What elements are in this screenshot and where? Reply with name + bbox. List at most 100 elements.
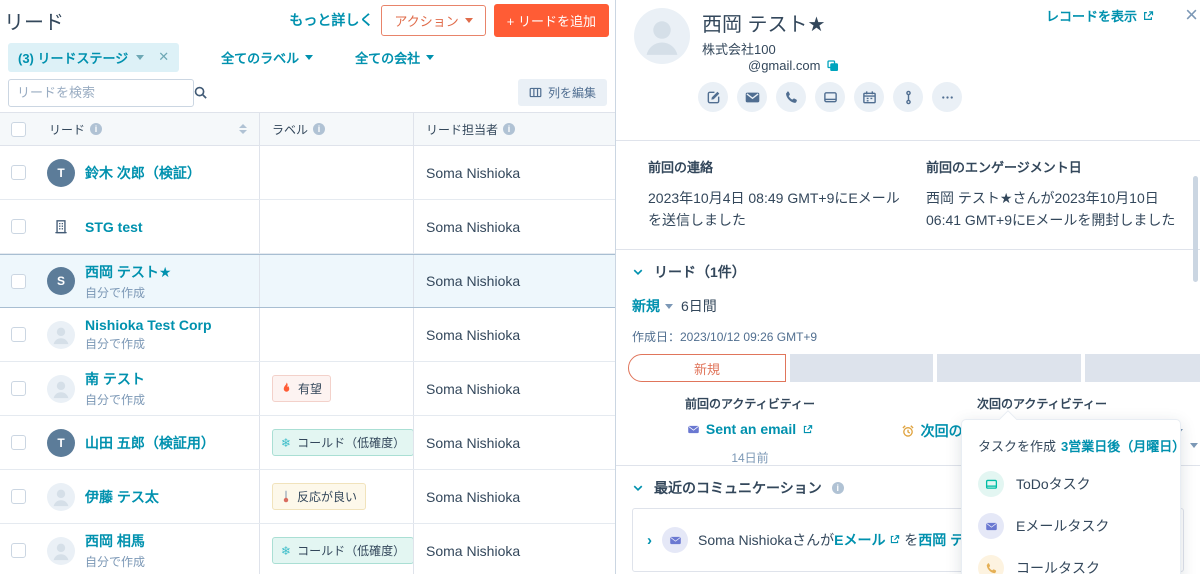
crm-app: リード もっと詳しく アクション + リードを追加 (3) リードステージ ✕ … (0, 0, 1200, 574)
note-edit-icon[interactable] (698, 82, 728, 112)
row-checkbox[interactable] (11, 273, 26, 289)
search-input[interactable] (17, 85, 193, 100)
column-header-owner[interactable]: リード担当者 i (413, 113, 615, 145)
menu-item-email-task[interactable]: Eメールタスク (962, 505, 1180, 547)
table-row[interactable]: Nishioka Test Corp 自分で作成 Soma Nishioka (0, 308, 615, 362)
collapse-chevron-icon[interactable] (632, 482, 644, 494)
meeting-calendar-icon[interactable] (854, 82, 884, 112)
company-filter-label: 全ての会社 (355, 50, 421, 66)
stage-selector[interactable]: 新規 (632, 296, 673, 316)
lead-name-link[interactable]: 南 テスト (85, 369, 145, 389)
todo-task-icon (978, 471, 1004, 497)
expand-chevron-icon[interactable]: › (647, 532, 652, 549)
view-record-link[interactable]: レコードを表示 (1046, 6, 1154, 25)
email-icon (687, 423, 700, 436)
call-task-icon (978, 555, 1004, 574)
table-row[interactable]: 西岡 相馬 自分で作成 ❄ コールド（低確度） Soma Nishioka (0, 524, 615, 574)
add-lead-button[interactable]: + リードを追加 (493, 3, 609, 37)
chevron-down-icon (665, 303, 673, 309)
company-filter[interactable]: 全ての会社 (355, 48, 435, 67)
search-box[interactable] (8, 78, 207, 107)
menu-item-label: ToDoタスク (1016, 476, 1091, 492)
create-task-label: タスクを作成 (978, 439, 1057, 454)
email-link[interactable]: Eメール (834, 532, 885, 548)
lead-name-link[interactable]: STG test (85, 219, 143, 235)
lead-name-link[interactable]: Nishioka Test Corp (85, 317, 212, 333)
last-activity-label: 前回のアクティビティー (685, 397, 815, 412)
page-header: リード もっと詳しく アクション + リードを追加 (0, 0, 615, 38)
row-checkbox[interactable] (11, 489, 26, 504)
sort-icon[interactable] (239, 124, 247, 134)
actions-button[interactable]: アクション (381, 4, 486, 36)
info-icon: i (313, 123, 326, 135)
table-row-selected[interactable]: S 西岡 テスト★ 自分で作成 Soma Nishioka (0, 254, 615, 308)
email-icon (662, 527, 688, 554)
create-task-header: タスクを作成 3営業日後（月曜日） (962, 420, 1199, 463)
column-header-label: リード (49, 122, 86, 137)
column-header-label: リード担当者 (426, 122, 499, 137)
lead-name-link[interactable]: 西岡 相馬 (85, 531, 145, 551)
column-header-label[interactable]: ラベル i (259, 113, 413, 145)
table-header-row: リード i ラベル i リード担当者 i (0, 112, 615, 146)
row-checkbox[interactable] (11, 381, 26, 396)
lead-name-link[interactable]: 伊藤 テス太 (85, 487, 159, 507)
lead-name-link[interactable]: 山田 五郎（検証用） (85, 433, 215, 453)
pipeline-stage[interactable] (1084, 354, 1200, 383)
thermometer-icon (281, 490, 291, 503)
stage-duration: 6日間 (681, 298, 717, 315)
external-link-icon (1142, 10, 1154, 22)
scrollbar-thumb[interactable] (1193, 176, 1198, 282)
lead-owner: Soma Nishioka (413, 308, 615, 361)
pipeline-stage[interactable] (790, 354, 934, 383)
msg-text: を (900, 532, 919, 549)
call-icon[interactable] (776, 82, 806, 112)
table-row[interactable]: 伊藤 テス太 反応が良い Soma Nishioka (0, 470, 615, 524)
edit-columns-label: 列を編集 (547, 86, 596, 100)
pipeline-stage-current[interactable]: 新規 (628, 354, 786, 383)
clear-filter-icon[interactable]: ✕ (152, 49, 169, 65)
pipeline-stage[interactable] (937, 354, 1081, 383)
email-text: @gmail.com (748, 58, 821, 73)
collapse-chevron-icon[interactable] (632, 266, 644, 278)
copy-icon[interactable] (826, 59, 839, 72)
table-row[interactable]: T 鈴木 次郎（検証） Soma Nishioka (0, 146, 615, 200)
row-checkbox[interactable] (11, 219, 26, 234)
row-checkbox[interactable] (11, 327, 26, 342)
close-icon[interactable]: × (1185, 4, 1198, 26)
lead-owner: Soma Nishioka (413, 200, 615, 253)
menu-item-todo-task[interactable]: ToDoタスク (962, 463, 1180, 505)
labels-filter-label: 全てのラベル (221, 50, 300, 66)
row-checkbox[interactable] (11, 543, 26, 558)
column-header-label: ラベル (272, 122, 309, 137)
learn-more-link[interactable]: もっと詳しく (289, 10, 373, 30)
edit-columns-button[interactable]: 列を編集 (517, 79, 607, 106)
table-row[interactable]: T 山田 五郎（検証用） ❄ コールド（低確度） Soma Nishioka (0, 416, 615, 470)
row-checkbox[interactable] (11, 435, 26, 450)
task-icon[interactable] (815, 82, 845, 112)
email-task-icon (978, 513, 1004, 539)
table-row[interactable]: 南 テスト 自分で作成 有望 Soma Nishioka (0, 362, 615, 416)
last-activity-link[interactable]: Sent an email (687, 421, 813, 437)
company-icon (47, 213, 75, 241)
lead-stage-filter-chip[interactable]: (3) リードステージ ✕ (8, 42, 180, 72)
lead-subtitle: 自分で作成 (85, 337, 146, 351)
row-checkbox[interactable] (11, 165, 26, 180)
lead-name-link[interactable]: 鈴木 次郎（検証） (85, 163, 201, 183)
chevron-down-icon (1190, 443, 1199, 448)
person-avatar-icon (47, 536, 75, 565)
person-avatar-icon (47, 374, 75, 403)
lead-preview-panel: 西岡 テスト★ 株式会社100 @gmail.com レコードを表示 × 前回の… (615, 0, 1200, 574)
more-options-icon[interactable] (932, 82, 962, 112)
workflow-icon[interactable] (893, 82, 923, 112)
due-date-selector[interactable]: 3営業日後（月曜日） (1061, 436, 1185, 455)
last-engagement-value: 西岡 テスト★さんが2023年10月10日 06:41 GMT+9にEメールを開… (926, 190, 1176, 228)
menu-item-call-task[interactable]: コールタスク (962, 547, 1180, 574)
flame-icon (281, 382, 292, 395)
chevron-down-icon (426, 54, 435, 60)
email-icon[interactable] (737, 82, 767, 112)
select-all-checkbox[interactable] (11, 121, 26, 137)
column-header-lead[interactable]: リード i (37, 113, 259, 145)
labels-filter[interactable]: 全てのラベル (221, 48, 314, 67)
table-row[interactable]: STG test Soma Nishioka (0, 200, 615, 254)
lead-name-link[interactable]: 西岡 テスト★ (85, 262, 171, 282)
